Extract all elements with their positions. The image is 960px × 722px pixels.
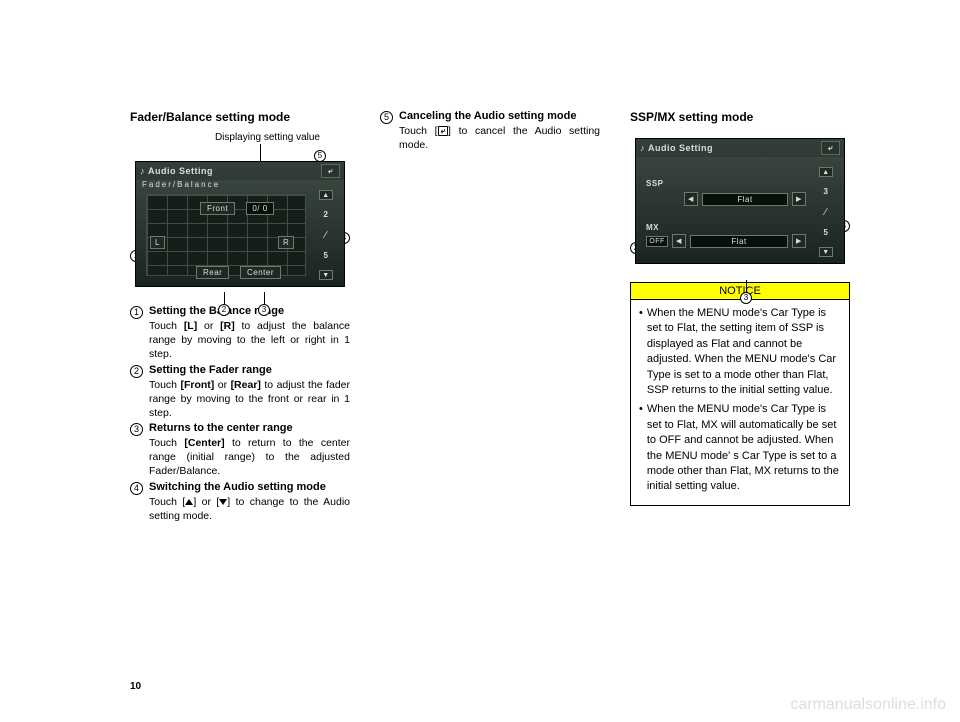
back-button[interactable]: ⤶ <box>821 141 840 155</box>
screen-title: Audio Setting <box>648 143 713 153</box>
front-button[interactable]: Front <box>200 202 235 215</box>
callout-leader <box>224 292 225 304</box>
item-title: Returns to the center range <box>149 422 350 434</box>
callout-leader <box>264 292 265 304</box>
item-title: Setting the Balance range <box>149 305 350 317</box>
ssp-next-button[interactable]: ▶ <box>792 192 806 206</box>
arrow-down-icon[interactable]: ▼ <box>819 247 833 257</box>
ssp-prev-button[interactable]: ◀ <box>684 192 698 206</box>
triangle-down-icon <box>219 499 227 505</box>
item-number: 5 <box>380 111 393 124</box>
watermark: carmanualsonline.info <box>790 696 946 714</box>
item-desc: Touch [L] or [R] to adjust the balance r… <box>149 319 350 362</box>
right-button[interactable]: R <box>278 236 294 249</box>
item-number: 4 <box>130 482 143 495</box>
arrow-down-icon[interactable]: ▼ <box>319 270 333 280</box>
side-panel: ▲ 2 ∕ 5 ▼ <box>312 190 340 280</box>
item-number: 2 <box>130 365 143 378</box>
ssp-mx-figure: 1 5 2 4 3 Audio Setting ⤶ SSP ◀ Flat <box>630 138 850 264</box>
callout-marker-3: 3 <box>258 304 270 316</box>
item-number: 1 <box>130 306 143 319</box>
slash-icon: ∕ <box>325 230 327 241</box>
instruction-item-3: 3 Returns to the center range Touch [Cen… <box>130 422 350 479</box>
item-desc: Touch [Center] to return to the center r… <box>149 436 350 479</box>
fader-balance-heading: Fader/Balance setting mode <box>130 110 350 124</box>
instruction-item-2: 2 Setting the Fader range Touch [Front] … <box>130 364 350 421</box>
side-num-top: 2 <box>324 210 329 219</box>
item-title: Switching the Audio setting mode <box>149 481 350 493</box>
fader-balance-figure: Displaying setting value 1 2 3 4 5 Audio… <box>130 132 350 287</box>
triangle-up-icon <box>185 499 193 505</box>
notice-text: When the MENU mode's Car Type is set to … <box>647 402 841 494</box>
ssp-value: Flat <box>702 193 788 206</box>
page-number: 10 <box>130 681 141 692</box>
column-3: SSP/MX setting mode 1 5 2 4 3 Audio Sett… <box>630 110 850 525</box>
music-note-icon <box>140 166 145 176</box>
return-icon: ⤶ <box>438 126 448 136</box>
mx-value: Flat <box>690 235 788 248</box>
mx-prev-button[interactable]: ◀ <box>672 234 686 248</box>
ssp-mx-screen: Audio Setting ⤶ SSP ◀ Flat ▶ MX OFF ◀ <box>635 138 845 264</box>
instruction-item-5: 5 Canceling the Audio setting mode Touch… <box>380 110 600 152</box>
left-button[interactable]: L <box>150 236 165 249</box>
displaying-value-label: Displaying setting value <box>130 132 350 143</box>
fader-balance-screen: Audio Setting ⤶ Fader/Balance Front 0/ 0… <box>135 161 345 287</box>
callout-marker-3: 3 <box>740 292 752 304</box>
center-button[interactable]: Center <box>240 266 281 279</box>
callout-marker-2: 2 <box>218 304 230 316</box>
item-desc: Touch [⤶] to cancel the Audio setting mo… <box>399 124 600 152</box>
music-note-icon <box>640 143 645 153</box>
mx-off-button[interactable]: OFF <box>646 236 668 247</box>
rear-button[interactable]: Rear <box>196 266 229 279</box>
screen-title: Audio Setting <box>148 166 213 176</box>
item-desc: Touch [] or [] to change to the Audio se… <box>149 495 350 523</box>
notice-text: When the MENU mode's Car Type is set to … <box>647 306 841 398</box>
bullet-icon: • <box>639 306 643 398</box>
back-button[interactable]: ⤶ <box>321 164 340 178</box>
side-num-bottom: 5 <box>324 251 329 260</box>
side-num-bottom: 5 <box>824 228 829 237</box>
arrow-up-icon[interactable]: ▲ <box>819 167 833 177</box>
column-2: 5 Canceling the Audio setting mode Touch… <box>380 110 600 525</box>
ssp-mx-heading: SSP/MX setting mode <box>630 110 850 124</box>
mx-next-button[interactable]: ▶ <box>792 234 806 248</box>
bullet-icon: • <box>639 402 643 494</box>
item-title: Canceling the Audio setting mode <box>399 110 600 122</box>
notice-box: NOTICE • When the MENU mode's Car Type i… <box>630 282 850 506</box>
item-title: Setting the Fader range <box>149 364 350 376</box>
side-num-top: 3 <box>824 187 829 196</box>
slash-icon: ∕ <box>825 207 827 218</box>
column-1: Fader/Balance setting mode Displaying se… <box>130 110 350 525</box>
notice-bullet: • When the MENU mode's Car Type is set t… <box>639 306 841 398</box>
instruction-item-4: 4 Switching the Audio setting mode Touch… <box>130 481 350 523</box>
arrow-up-icon[interactable]: ▲ <box>319 190 333 200</box>
side-panel: ▲ 3 ∕ 5 ▼ <box>812 167 840 257</box>
ssp-label: SSP <box>646 179 676 188</box>
callout-leader <box>746 280 747 292</box>
instruction-item-1: 1 Setting the Balance range Touch [L] or… <box>130 305 350 362</box>
item-number: 3 <box>130 423 143 436</box>
value-display: 0/ 0 <box>246 202 274 215</box>
notice-bullet: • When the MENU mode's Car Type is set t… <box>639 402 841 494</box>
item-desc: Touch [Front] or [Rear] to adjust the fa… <box>149 378 350 421</box>
